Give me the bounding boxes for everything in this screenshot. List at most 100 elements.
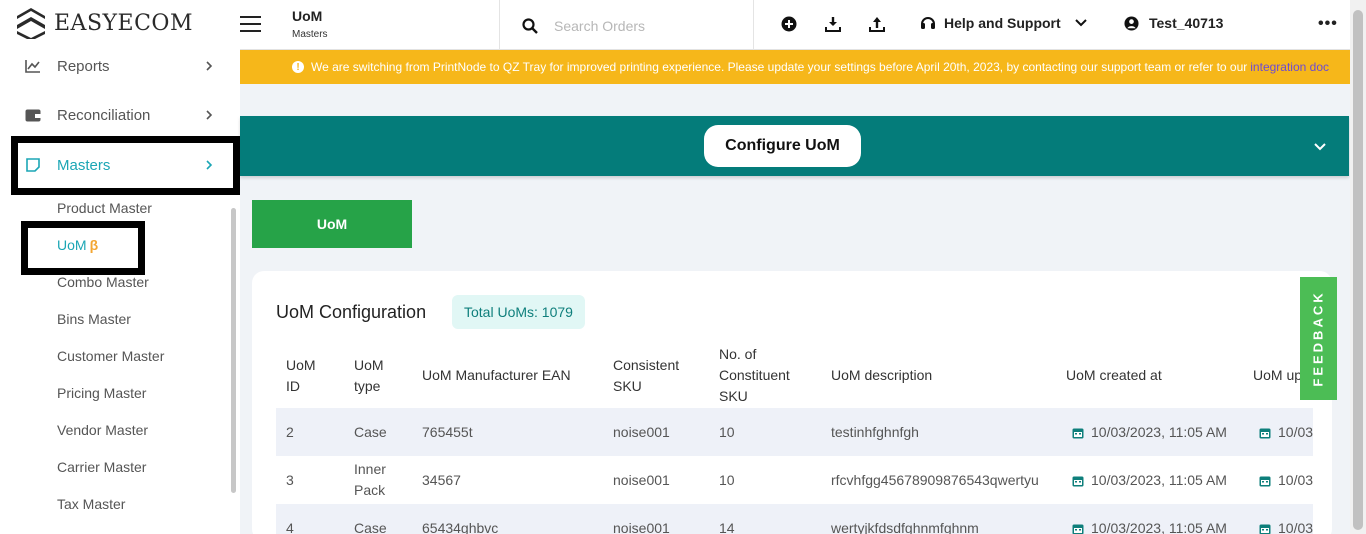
column-header-constituent-sku[interactable]: No. of Constituent SKU xyxy=(719,344,790,407)
cell-sku: noise001 xyxy=(613,520,670,534)
sidebar-subitem-tax-master[interactable]: Tax Master xyxy=(57,496,125,512)
cell-description: rfcvhfgg45678909876543qwertyu xyxy=(831,472,1039,488)
uom-configuration-card: UoM Configuration Total UoMs: 1079 UoM I… xyxy=(252,271,1332,534)
table-row[interactable]: 3 Inner Pack 34567 noise001 10 rfcvhfgg4… xyxy=(276,456,1313,504)
sidebar: EASYECOM Reports Reconciliation Masters … xyxy=(0,0,240,534)
hamburger-menu-icon[interactable] xyxy=(240,16,261,32)
table-row[interactable]: 2 Case 765455t noise001 10 testinhfghnfg… xyxy=(276,408,1313,456)
created-value: 10/03/2023, 11:05 AM xyxy=(1091,472,1227,488)
type-line: Inner xyxy=(354,461,386,477)
sidebar-item-reconciliation[interactable]: Reconciliation xyxy=(0,95,240,135)
help-label: Help and Support xyxy=(944,15,1061,31)
user-avatar-icon xyxy=(1124,15,1139,31)
updated-value: 10/03 xyxy=(1278,424,1314,440)
cell-count: 14 xyxy=(719,520,735,534)
column-header-created-at[interactable]: UoM created at xyxy=(1066,365,1162,386)
download-icon[interactable] xyxy=(824,15,842,33)
cell-count: 10 xyxy=(719,472,735,488)
cell-type: Case xyxy=(354,424,387,440)
cell-ean: 765455t xyxy=(422,424,473,440)
wallet-icon xyxy=(25,107,41,123)
header-line: UoM up xyxy=(1253,367,1303,383)
header-line: UoM Manufacturer EAN xyxy=(422,367,571,383)
configure-header: Configure UoM xyxy=(240,116,1349,176)
help-and-support-button[interactable]: Help and Support xyxy=(920,15,1087,31)
column-header-uom-type[interactable]: UoM type xyxy=(354,355,384,397)
feedback-tab[interactable]: FEEDBACK xyxy=(1300,277,1337,400)
header-line: SKU xyxy=(719,388,748,404)
add-icon[interactable] xyxy=(780,15,798,33)
configure-uom-button[interactable]: Configure UoM xyxy=(704,125,861,167)
sidebar-item-label: Reports xyxy=(57,57,110,75)
sidebar-scrollbar[interactable] xyxy=(231,208,236,493)
column-header-description[interactable]: UoM description xyxy=(831,365,932,386)
column-header-uom-id[interactable]: UoM ID xyxy=(286,355,316,397)
upload-icon[interactable] xyxy=(868,15,886,33)
cell-description: wertyjkfdsdfghnmfghnm xyxy=(831,520,979,534)
calendar-icon xyxy=(1072,476,1084,486)
logo[interactable]: EASYECOM xyxy=(16,5,193,41)
header-line: type xyxy=(354,378,381,394)
page-scrollbar[interactable] xyxy=(1350,0,1366,534)
header-line: UoM created at xyxy=(1066,367,1162,383)
cell-sku: noise001 xyxy=(613,472,670,488)
cell-updated: 10/03 xyxy=(1259,518,1313,534)
page-title: UoM xyxy=(292,8,323,24)
header-line: SKU xyxy=(613,378,642,394)
sidebar-subitem-carrier-master[interactable]: Carrier Master xyxy=(57,459,146,475)
cell-sku: noise001 xyxy=(613,424,670,440)
column-header-updated-at[interactable]: UoM up xyxy=(1253,365,1302,386)
sidebar-subitem-product-master[interactable]: Product Master xyxy=(57,200,152,216)
sidebar-subitem-bins-master[interactable]: Bins Master xyxy=(57,311,131,327)
calendar-icon xyxy=(1259,476,1271,486)
logo-text: EASYECOM xyxy=(54,10,193,36)
cell-id: 3 xyxy=(286,472,294,488)
cell-updated: 10/03 xyxy=(1259,422,1313,443)
column-header-manufacturer-ean[interactable]: UoM Manufacturer EAN xyxy=(422,365,571,386)
user-menu-button[interactable]: Test_40713 xyxy=(1124,15,1223,31)
cell-ean: 65434ghbvc xyxy=(422,520,499,534)
divider xyxy=(499,0,500,50)
search-input[interactable] xyxy=(554,13,744,39)
sidebar-subitem-vendor-master[interactable]: Vendor Master xyxy=(57,422,148,438)
header-line: Constituent xyxy=(719,367,790,383)
chevron-right-icon xyxy=(206,110,213,120)
headset-icon xyxy=(921,17,935,29)
announcement-banner: ! We are switching from PrintNode to QZ … xyxy=(240,50,1350,84)
calendar-icon xyxy=(1259,524,1271,534)
sidebar-item-reports[interactable]: Reports xyxy=(0,46,240,86)
sidebar-subitem-pricing-master[interactable]: Pricing Master xyxy=(57,385,146,401)
cell-created: 10/03/2023, 11:05 AM xyxy=(1072,422,1227,443)
column-header-consistent-sku[interactable]: Consistent SKU xyxy=(613,355,679,397)
user-label: Test_40713 xyxy=(1149,15,1224,31)
integration-doc-link[interactable]: integration doc xyxy=(1250,60,1329,74)
chart-line-icon xyxy=(25,58,41,74)
header-line: UoM xyxy=(286,357,316,373)
cell-count: 10 xyxy=(719,424,735,440)
search-icon xyxy=(522,18,538,34)
easyecom-logo-icon xyxy=(17,8,45,39)
calendar-icon xyxy=(1072,428,1084,438)
page-scrollbar-thumb[interactable] xyxy=(1353,10,1363,530)
cell-id: 2 xyxy=(286,424,294,440)
updated-value: 10/03 xyxy=(1278,472,1314,488)
info-icon: ! xyxy=(292,61,304,73)
header-line: ID xyxy=(286,378,300,394)
cell-created: 10/03/2023, 11:05 AM xyxy=(1072,470,1227,491)
more-options-icon[interactable]: ••• xyxy=(1318,15,1338,33)
cell-description: testinhfghnfgh xyxy=(831,424,919,440)
table-row[interactable]: 4 Case 65434ghbvc noise001 14 wertyjkfds… xyxy=(276,504,1313,534)
sidebar-subitem-combo-master[interactable]: Combo Master xyxy=(57,274,149,290)
chevron-down-icon xyxy=(1074,19,1087,27)
created-value: 10/03/2023, 11:05 AM xyxy=(1091,520,1227,534)
page-subtitle: Masters xyxy=(292,29,328,40)
chevron-down-icon[interactable] xyxy=(1314,143,1326,151)
calendar-icon xyxy=(1072,524,1084,534)
cell-ean: 34567 xyxy=(422,472,461,488)
tab-uom[interactable]: UoM xyxy=(252,200,412,248)
cell-type: Case xyxy=(354,520,387,534)
banner-message: We are switching from PrintNode to QZ Tr… xyxy=(311,60,1248,74)
top-bar: UoM Masters Help and Support Test_40713 … xyxy=(240,0,1350,50)
header-line: Consistent xyxy=(613,357,680,373)
sidebar-subitem-customer-master[interactable]: Customer Master xyxy=(57,348,164,364)
